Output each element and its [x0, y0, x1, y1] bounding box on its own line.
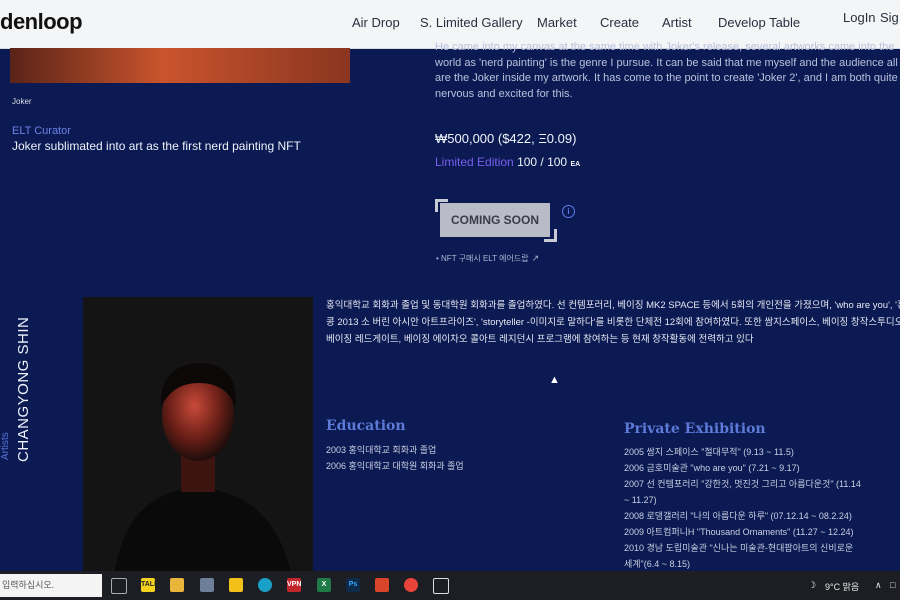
- list-item: 2006 금호미술관 "who are you" (7.21 ~ 9.17): [624, 463, 800, 473]
- edge-icon[interactable]: [258, 578, 272, 592]
- info-icon[interactable]: i: [562, 205, 575, 218]
- excel-icon[interactable]: X: [317, 578, 331, 592]
- coming-soon-button[interactable]: COMING SOON: [440, 203, 550, 237]
- list-item: 2005 쌈지 스페이스 "절대무적" (9.13 ~ 11.5): [624, 447, 794, 457]
- list-item: 2003 홍익대학교 회화과 졸업: [326, 445, 437, 455]
- airdrop-link[interactable]: • NFT 구매시 ELT 에어드랍 ↗: [436, 253, 539, 264]
- artist-name: CHANGYONG SHIN: [15, 316, 32, 462]
- weather-text[interactable]: 9°C 맑음: [825, 580, 859, 593]
- airdrop-link-text[interactable]: • NFT 구매시 ELT 에어드랍: [436, 254, 529, 263]
- calculator-icon[interactable]: [200, 578, 214, 592]
- artists-section-label: Artists: [0, 432, 11, 460]
- nav-artist[interactable]: Artist: [662, 15, 692, 30]
- artist-bio: 홍익대학교 회화과 졸업 및 동대학원 회화과를 졸업하였다. 선 컨템포러리,…: [326, 300, 900, 345]
- artist-portrait: [83, 297, 313, 580]
- vpn-icon[interactable]: VPN: [287, 578, 301, 592]
- task-view-icon[interactable]: [111, 578, 127, 594]
- sticky-notes-icon[interactable]: [229, 578, 243, 592]
- artwork-caption: Joker: [12, 97, 32, 106]
- external-link-icon: ↗: [531, 253, 540, 263]
- screen-icon[interactable]: [433, 578, 449, 594]
- chrome-icon[interactable]: [404, 578, 418, 592]
- edition-unit: EA: [570, 161, 581, 168]
- app-icon[interactable]: [375, 578, 389, 592]
- file-explorer-icon[interactable]: [170, 578, 184, 592]
- edition-label: Limited Edition: [435, 155, 514, 169]
- list-item: 2006 홍익대학교 대학원 회화과 졸업: [326, 461, 464, 471]
- exhibition-title: Private Exhibition: [624, 421, 766, 437]
- education-title: Education: [326, 418, 406, 434]
- coming-soon-frame: COMING SOON: [435, 199, 557, 242]
- nav-air-drop[interactable]: Air Drop: [352, 15, 400, 30]
- curator-text: Joker sublimated into art as the first n…: [12, 139, 301, 153]
- artists-label: Artists: [0, 432, 11, 460]
- edition-count: 100 / 100: [517, 155, 568, 169]
- kakaotalk-icon[interactable]: TALK: [141, 578, 159, 592]
- nav-develop-table[interactable]: Develop Table: [718, 15, 800, 30]
- list-item: 2008 로댕갤러리 "나의 아름다운 하루" (07.12.14 ~ 08.2…: [624, 511, 852, 521]
- list-item: 2007 선 컨템포러리 "강한것, 멋진것 그리고 아름다운것" (11.14: [624, 479, 861, 489]
- list-item: 2009 아트컴퍼니H "Thousand Ornaments" (11.27 …: [624, 527, 854, 537]
- artwork-price: ₩500,000 ($422, Ξ0.09): [435, 131, 577, 146]
- chevron-up-icon[interactable]: ∧: [875, 580, 882, 591]
- taskbar-search-input[interactable]: 입력하십시오.: [0, 574, 102, 597]
- artwork-image[interactable]: [10, 48, 350, 83]
- portrait-figure: [83, 297, 313, 580]
- edition-info: Limited Edition 100 / 100 EA: [435, 155, 580, 169]
- photoshop-icon[interactable]: Ps: [346, 578, 360, 592]
- nav-signup[interactable]: Sig: [880, 10, 899, 25]
- mouse-cursor-icon: ▲: [549, 374, 560, 386]
- list-item: ~ 11.27): [624, 495, 657, 505]
- education-list: 2003 홍익대학교 회화과 졸업 2006 홍익대학교 대학원 회화과 졸업: [326, 442, 464, 474]
- curator-label: ELT Curator: [12, 125, 71, 137]
- nav-s-limited-gallery[interactable]: S. Limited Gallery: [420, 15, 523, 30]
- network-icon[interactable]: □: [890, 580, 895, 590]
- nav-create[interactable]: Create: [600, 15, 639, 30]
- exhibition-list: 2005 쌈지 스페이스 "절대무적" (9.13 ~ 11.5) 2006 금…: [624, 444, 861, 572]
- weather-icon[interactable]: ☽: [808, 580, 816, 591]
- list-item: 세계"(6.4 ~ 8.15): [624, 559, 691, 569]
- nav-login[interactable]: LogIn: [843, 10, 876, 25]
- artwork-description: He came into my canvas at the same time …: [435, 41, 898, 100]
- windows-taskbar: 입력하십시오. TALK VPN X Ps ☽ 9°C 맑음 ∧ □: [0, 571, 900, 600]
- site-logo[interactable]: denloop: [0, 9, 83, 35]
- nav-market[interactable]: Market: [537, 15, 577, 30]
- list-item: 2010 경남 도립미술관 "신나는 미술관-현대팝아트의 신비로운: [624, 543, 854, 553]
